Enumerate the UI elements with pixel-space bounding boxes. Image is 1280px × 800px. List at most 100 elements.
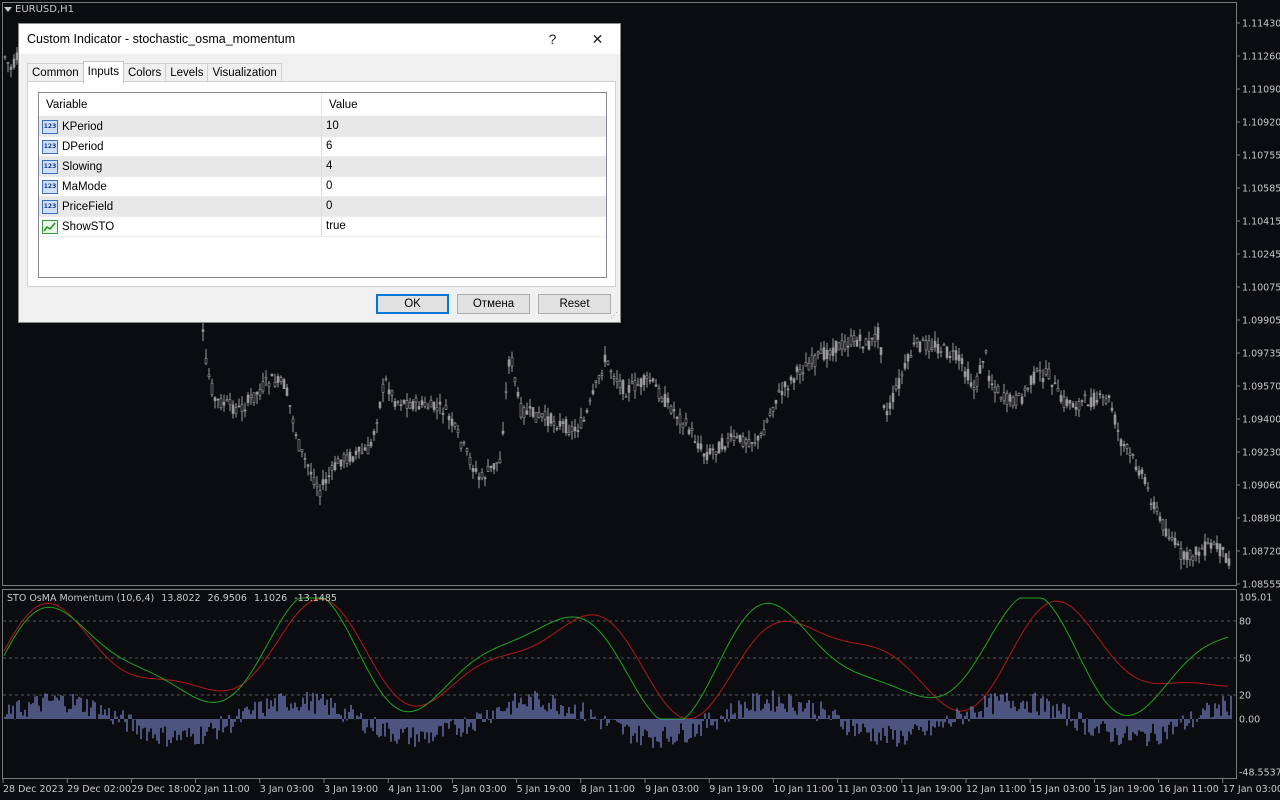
tab-visualization[interactable]: Visualization	[207, 63, 282, 83]
candle-body	[1221, 547, 1225, 550]
candle-body	[960, 358, 964, 365]
candle-body	[834, 340, 838, 353]
candle-body	[249, 394, 253, 398]
candle-body	[885, 411, 889, 416]
symbol-label[interactable]: EURUSD,H1	[4, 4, 74, 15]
grid-row-pricefield[interactable]: 123 PriceField 0	[39, 197, 606, 217]
candle-body	[504, 390, 508, 393]
cancel-button[interactable]: Отмена	[457, 294, 530, 314]
candle-body	[939, 351, 943, 353]
candle-body	[201, 329, 205, 332]
candle-body	[1014, 394, 1018, 406]
indicator-value-1: 13.8022	[161, 593, 201, 604]
tab-common[interactable]: Common	[27, 63, 84, 83]
price-axis-label: 1.09230	[1242, 448, 1280, 459]
candle-body	[693, 441, 697, 443]
grid-row-dperiod[interactable]: 123 DPeriod 6	[39, 137, 606, 157]
candle-body	[1050, 384, 1054, 387]
grid-row-mamode[interactable]: 123 MaMode 0	[39, 177, 606, 197]
candle-body	[1041, 378, 1045, 383]
candle-body	[954, 350, 958, 361]
grid-row-showsto[interactable]: ShowSTO true	[39, 217, 606, 237]
candle-body	[765, 419, 769, 423]
candle-body	[882, 405, 886, 409]
candle-body	[1209, 542, 1213, 549]
candle-body	[1044, 368, 1048, 376]
candle-body	[1134, 466, 1138, 470]
ok-button[interactable]: OK	[376, 294, 449, 314]
candle-body	[816, 351, 820, 355]
value-cell[interactable]: 0	[322, 197, 606, 216]
candle-body	[1194, 546, 1198, 555]
candle-body	[6, 62, 10, 64]
inputs-panel: Variable Value 123 KPeriod 10 123 DPerio…	[27, 81, 616, 287]
candle-body	[468, 457, 472, 465]
column-header-variable[interactable]: Variable	[39, 93, 322, 116]
candle-body	[780, 391, 784, 396]
candle-body	[1029, 375, 1033, 385]
candle-body	[687, 429, 691, 435]
candle-body	[978, 365, 982, 374]
candle-body	[9, 66, 13, 70]
candle-body	[450, 418, 454, 426]
candle-body	[1062, 396, 1066, 408]
candle-body	[783, 381, 787, 388]
grid-row-slowing[interactable]: 123 Slowing 4	[39, 157, 606, 177]
value-cell[interactable]: 0	[322, 177, 606, 196]
candle-body	[345, 454, 349, 464]
candle-body	[540, 413, 544, 418]
boolean-chart-icon	[42, 219, 58, 234]
candle-body	[303, 457, 307, 460]
candle-body	[1182, 551, 1186, 560]
candle-body	[993, 387, 997, 394]
column-header-value[interactable]: Value	[322, 93, 606, 116]
candle-body	[633, 380, 637, 392]
price-axis-label: 1.09905	[1242, 316, 1280, 327]
candle-body	[390, 390, 394, 396]
help-button[interactable]: ?	[530, 24, 575, 54]
dialog-buttons: OK Отмена Reset	[376, 294, 611, 314]
candle-body	[351, 456, 355, 462]
candle-body	[1176, 543, 1180, 546]
candle-body	[1203, 541, 1207, 556]
variable-cell: 123 MaMode	[39, 177, 322, 196]
candle-body	[408, 401, 412, 409]
candle-body	[972, 387, 976, 391]
candle-body	[735, 435, 739, 438]
candle-body	[672, 409, 676, 412]
tab-colors[interactable]: Colors	[122, 63, 167, 83]
grid-row-kperiod[interactable]: 123 KPeriod 10	[39, 117, 606, 137]
candle-body	[849, 335, 853, 346]
candle-body	[570, 426, 574, 432]
value-cell[interactable]: 4	[322, 157, 606, 176]
time-axis-label: 10 Jan 11:00	[773, 784, 833, 795]
candle-body	[795, 366, 799, 372]
dialog-tabs: Common Inputs Colors Levels Visualizatio…	[27, 61, 282, 84]
candle-body	[357, 446, 361, 452]
candle-body	[243, 409, 247, 412]
candle-body	[393, 401, 397, 407]
value-cell[interactable]: true	[322, 217, 606, 236]
candle-body	[609, 370, 613, 373]
custom-indicator-dialog: Custom Indicator - stochastic_osma_momen…	[18, 23, 621, 323]
tab-inputs[interactable]: Inputs	[82, 61, 124, 84]
candle-body	[261, 381, 265, 392]
candle-body	[1095, 399, 1099, 403]
candle-body	[837, 342, 841, 351]
indicator-title: STO OsMA Momentum (10,6,4) 13.8022 26.95…	[7, 593, 341, 604]
dialog-titlebar[interactable]: Custom Indicator - stochastic_osma_momen…	[19, 24, 620, 54]
indicator-axis-label: 80	[1239, 617, 1251, 628]
value-cell[interactable]: 6	[322, 137, 606, 156]
candle-body	[852, 335, 856, 342]
candle-body	[612, 376, 616, 380]
close-button[interactable]: ✕	[575, 24, 620, 54]
candle-body	[621, 379, 625, 395]
candle-body	[768, 412, 772, 416]
reset-button[interactable]: Reset	[538, 294, 611, 314]
tab-levels[interactable]: Levels	[165, 63, 209, 83]
candle-body	[444, 404, 448, 410]
resize-grip-icon[interactable]: ⋰	[610, 311, 618, 320]
value-cell[interactable]: 10	[322, 117, 606, 136]
candle-body	[1098, 393, 1102, 396]
candle-body	[1149, 503, 1153, 505]
